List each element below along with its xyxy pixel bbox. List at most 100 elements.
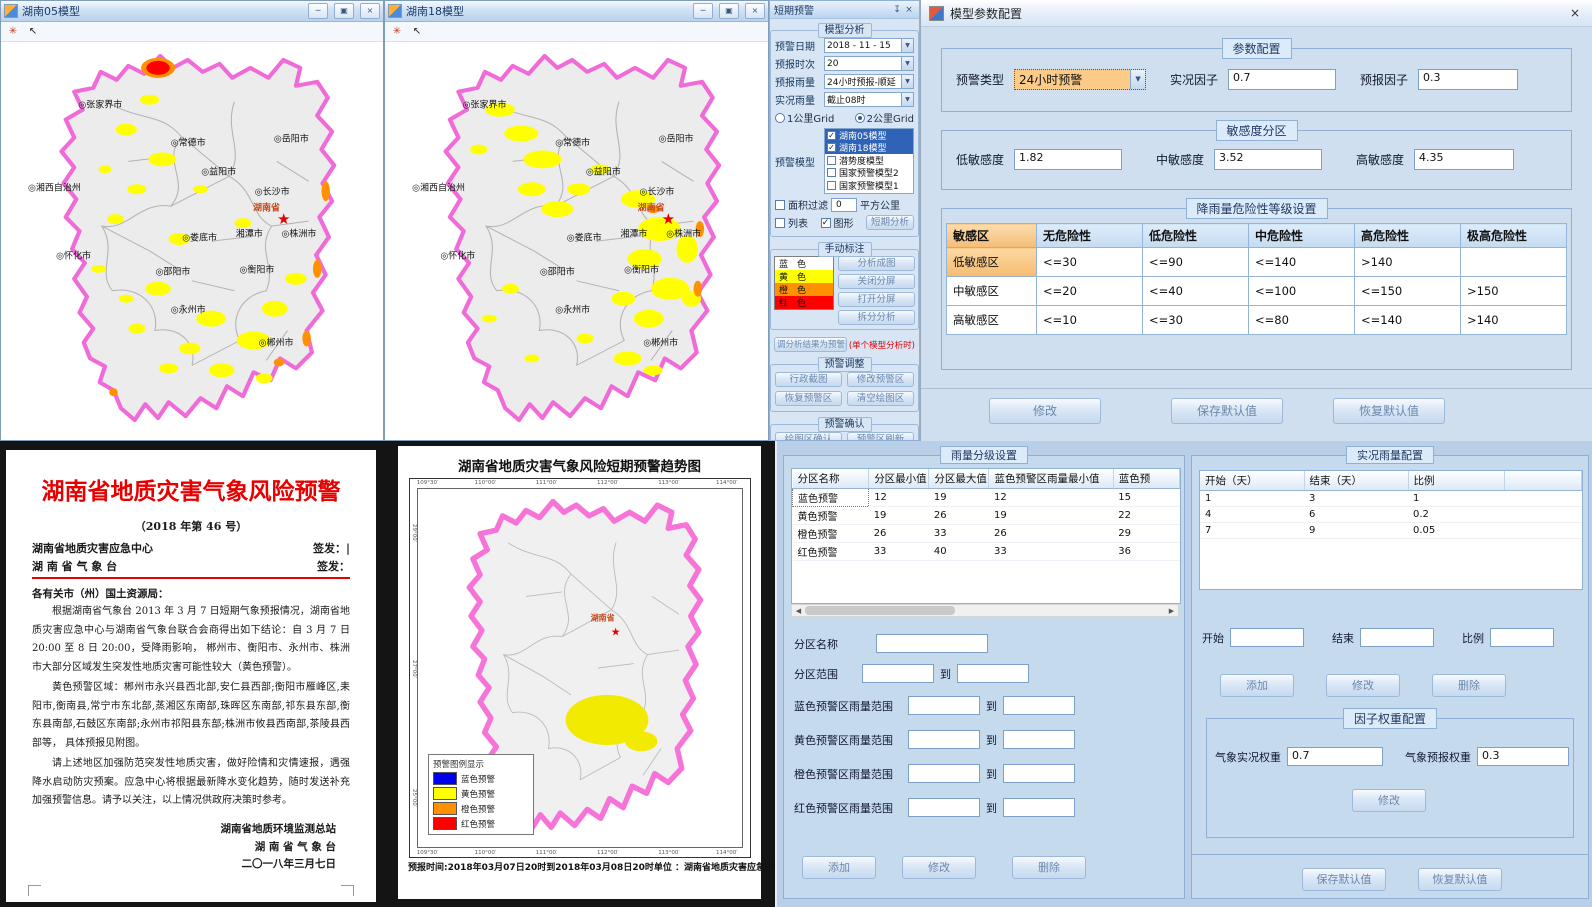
result-to-warning-button[interactable]: 调分析结果为预警区 [774, 337, 847, 352]
table-cell[interactable]: 4 [1200, 507, 1304, 523]
table-cell[interactable]: <=40 [1143, 277, 1249, 306]
checkbox-checked[interactable]: ✓ [827, 143, 836, 152]
table-cell[interactable]: 7 [1200, 523, 1304, 539]
column-header[interactable]: 极高危险性 [1461, 224, 1567, 248]
cursor-icon[interactable]: ↖ [409, 24, 425, 39]
warning-type-combo[interactable]: 24小时预警 ▼ [1014, 69, 1146, 90]
table-cell[interactable]: <=30 [1143, 306, 1249, 335]
table-cell[interactable]: 3 [1304, 491, 1408, 507]
table-cell[interactable]: <=90 [1143, 248, 1249, 277]
add-button[interactable]: 添加 [802, 856, 876, 879]
save-default-button[interactable]: 保存默认值 [1171, 398, 1283, 424]
table-cell[interactable]: 6 [1304, 507, 1408, 523]
color-level-list[interactable]: 蓝 色 黄 色 橙 色 红 色 [774, 256, 834, 310]
chevron-down-icon[interactable]: ▼ [901, 93, 913, 106]
red-range-max-input[interactable] [1003, 798, 1075, 817]
table-cell[interactable]: 1 [1200, 491, 1304, 507]
zone-range-max-input[interactable] [957, 664, 1029, 683]
pin-icon[interactable]: ↧ [891, 5, 903, 15]
orange-range-max-input[interactable] [1003, 764, 1075, 783]
table-cell[interactable]: 中敏感区 [947, 277, 1037, 306]
clear-draw-area-button[interactable]: 清空绘图区 [847, 391, 914, 406]
yellow-range-min-input[interactable] [908, 730, 980, 749]
column-header[interactable] [1504, 471, 1582, 491]
map-canvas-hunan05[interactable]: ◎张家界市 ◎常德市 ◎岳阳市 ◎湘西自治州 ◎益阳市 ◎长沙市 湖南省 ★ ◎… [1, 42, 383, 440]
table-cell[interactable]: 15 [1113, 489, 1179, 507]
table-cell[interactable] [1504, 491, 1582, 507]
table-cell[interactable]: >140 [1461, 306, 1567, 335]
forecast-time-combo[interactable]: 20▼ [824, 56, 914, 71]
table-cell[interactable]: 22 [1113, 507, 1179, 525]
table-cell[interactable]: <=150 [1355, 277, 1461, 306]
table-cell[interactable]: 0.2 [1408, 507, 1504, 523]
short-term-analyze-button[interactable]: 短期分析 [866, 215, 914, 230]
table-cell[interactable] [1504, 507, 1582, 523]
split-analysis-button[interactable]: 拆分分析 [838, 310, 915, 325]
split-view-icon[interactable]: ✳ [389, 24, 405, 39]
model-item[interactable]: 国家预警模型1 [825, 179, 913, 192]
restore-default-button[interactable]: 恢复默认值 [1418, 868, 1502, 891]
orange-range-min-input[interactable] [908, 764, 980, 783]
table-cell[interactable]: 12 [869, 489, 929, 507]
checkbox-unchecked[interactable] [775, 218, 785, 228]
close-button[interactable]: × [745, 3, 765, 19]
open-split-button[interactable]: 打开分屏 [838, 292, 915, 307]
table-cell[interactable]: <=140 [1355, 306, 1461, 335]
table-cell[interactable]: 低敏感区 [947, 248, 1037, 277]
color-row-blue[interactable]: 蓝 色 [775, 257, 833, 270]
checkbox-unchecked[interactable] [827, 181, 836, 190]
save-default-button[interactable]: 保存默认值 [1302, 868, 1386, 891]
table-cell[interactable]: 40 [929, 543, 989, 561]
table-cell[interactable]: 1 [1408, 491, 1504, 507]
admin-snapshot-button[interactable]: 行政截图 [775, 372, 842, 387]
table-cell[interactable]: 36 [1113, 543, 1179, 561]
table-cell[interactable]: 26 [989, 525, 1113, 543]
restore-warning-area-button[interactable]: 恢复预警区 [775, 391, 842, 406]
table-cell[interactable]: 黄色预警 [793, 507, 869, 525]
table-cell[interactable]: 橙色预警 [793, 525, 869, 543]
table-cell[interactable]: 9 [1304, 523, 1408, 539]
table-row[interactable]: 7 9 0.05 [1200, 523, 1582, 539]
blue-range-max-input[interactable] [1003, 696, 1075, 715]
table-cell[interactable]: <=100 [1249, 277, 1355, 306]
red-range-min-input[interactable] [908, 798, 980, 817]
map-canvas-hunan18[interactable]: ◎张家界市 ◎常德市 ◎岳阳市 ◎湘西自治州 ◎益阳市 ◎长沙市 湖南省 ★ ◎… [385, 42, 768, 440]
factor-modify-button[interactable]: 修改 [1352, 789, 1426, 812]
start-input[interactable] [1230, 628, 1304, 647]
color-row-orange[interactable]: 橙 色 [775, 283, 833, 296]
checkbox-checked[interactable]: ✓ [821, 218, 831, 228]
column-header[interactable]: 比例 [1408, 471, 1504, 491]
table-cell[interactable]: 12 [989, 489, 1113, 507]
checkbox-unchecked[interactable] [775, 200, 785, 210]
table-row[interactable]: 4 6 0.2 [1200, 507, 1582, 523]
horizontal-scrollbar[interactable]: ◀ ▶ [791, 604, 1179, 617]
chevron-down-icon[interactable]: ▼ [901, 39, 913, 52]
table-cell[interactable]: <=80 [1249, 306, 1355, 335]
table-cell[interactable]: 19 [929, 489, 989, 507]
color-row-red[interactable]: 红 色 [775, 296, 833, 309]
table-cell[interactable]: >150 [1461, 277, 1567, 306]
table-row[interactable]: 红色预警 33 40 33 36 [793, 543, 1180, 561]
dialog-titlebar[interactable]: 模型参数配置 × [921, 0, 1592, 27]
table-cell[interactable]: 红色预警 [793, 543, 869, 561]
radio-2km[interactable] [855, 113, 865, 123]
warning-document-viewer[interactable]: 湖南省地质灾害气象风险预警 （2018 年第 46 号） 湖南省地质灾害应急中心… [0, 441, 384, 907]
table-row[interactable]: 中敏感区 <=20 <=40 <=100 <=150 >150 [947, 277, 1567, 306]
table-cell[interactable]: 33 [989, 543, 1113, 561]
table-cell[interactable] [1461, 248, 1567, 277]
scroll-right-icon[interactable]: ▶ [1165, 607, 1178, 615]
restore-button[interactable]: ▣ [719, 3, 739, 19]
column-header[interactable]: 中危险性 [1249, 224, 1355, 248]
model-item[interactable]: 国家预警模型2 [825, 167, 913, 180]
yellow-range-max-input[interactable] [1003, 730, 1075, 749]
chevron-down-icon[interactable]: ▼ [901, 75, 913, 88]
add-button[interactable]: 添加 [1220, 674, 1294, 697]
actual-weight-input[interactable]: 0.7 [1287, 747, 1383, 766]
checkbox-unchecked[interactable] [827, 168, 836, 177]
zone-name-input[interactable] [876, 634, 988, 653]
column-header[interactable]: 无危险性 [1037, 224, 1143, 248]
forecast-rain-combo[interactable]: 24小时预报-顺延▼ [824, 74, 914, 89]
blue-range-min-input[interactable] [908, 696, 980, 715]
table-cell[interactable]: <=20 [1037, 277, 1143, 306]
model-item[interactable]: ✓湖南05模型 [825, 129, 913, 142]
